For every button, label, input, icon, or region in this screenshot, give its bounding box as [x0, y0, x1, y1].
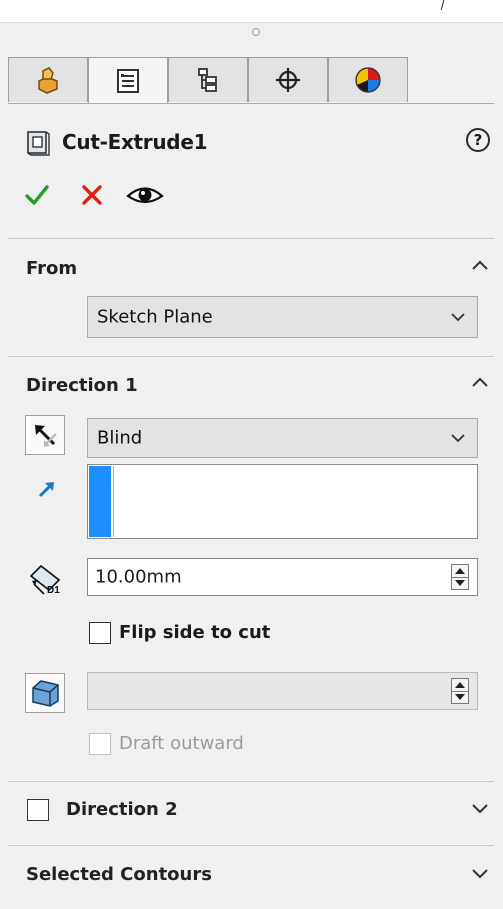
reverse-direction-button[interactable] — [25, 415, 65, 455]
selection-indicator — [89, 466, 111, 537]
selected-contours-section-header[interactable]: Selected Contours — [26, 864, 212, 885]
ok-check-icon[interactable] — [24, 182, 50, 208]
flip-side-checkbox[interactable] — [89, 622, 111, 644]
tab-propertymanager[interactable] — [88, 57, 168, 103]
tab-configurationmanager[interactable] — [168, 57, 248, 102]
cancel-x-icon[interactable] — [79, 182, 105, 208]
depth-dimension-icon: D1 — [29, 564, 60, 596]
end-condition-dropdown[interactable]: Blind — [87, 418, 478, 458]
flip-side-label: Flip side to cut — [119, 622, 271, 643]
spin-up-icon[interactable] — [455, 568, 465, 574]
draft-spinner[interactable] — [451, 678, 469, 704]
divider — [8, 356, 494, 357]
depth-value: 10.00mm — [95, 566, 182, 588]
selection-separator — [113, 466, 114, 537]
help-icon[interactable]: ? — [466, 128, 490, 152]
feature-title: Cut-Extrude1 — [62, 130, 208, 154]
spin-down-icon[interactable] — [455, 580, 465, 586]
panel-grip-handle[interactable] — [252, 28, 260, 36]
preview-eye-icon[interactable] — [126, 182, 164, 208]
from-dropdown[interactable]: Sketch Plane — [87, 296, 478, 338]
draft-outward-label: Draft outward — [119, 733, 244, 754]
chevron-down-icon — [451, 434, 465, 443]
direction2-section-header[interactable]: Direction 2 — [66, 799, 178, 820]
draft-icon — [32, 680, 59, 707]
end-condition-value: Blind — [97, 427, 143, 449]
spin-up-icon[interactable] — [455, 682, 465, 688]
depth-input[interactable]: 10.00mm — [87, 558, 478, 596]
divider — [8, 845, 494, 846]
crosshair-icon — [276, 68, 300, 92]
chevron-down-icon — [451, 313, 465, 322]
direction2-checkbox[interactable] — [27, 799, 49, 821]
divider — [8, 238, 494, 239]
depth-spinner[interactable] — [451, 564, 469, 590]
draft-angle-input[interactable] — [87, 672, 478, 710]
reverse-direction-icon — [35, 425, 57, 447]
chevron-up-icon[interactable] — [471, 376, 489, 388]
divider — [8, 781, 494, 782]
spinner-divider — [452, 691, 468, 692]
configuration-manager-icon — [198, 68, 217, 92]
tab-featuremanager[interactable] — [8, 57, 88, 102]
direction1-section-header[interactable]: Direction 1 — [26, 375, 138, 396]
direction-vector-icon — [38, 482, 54, 498]
from-section-header[interactable]: From — [26, 258, 77, 279]
property-manager-icon — [117, 68, 139, 93]
spin-down-icon[interactable] — [455, 694, 465, 700]
draft-toggle-button[interactable] — [25, 673, 65, 713]
top-edge-mark — [432, 0, 445, 10]
appearance-icon — [355, 67, 381, 93]
draft-outward-checkbox[interactable] — [89, 733, 111, 755]
from-dropdown-value: Sketch Plane — [97, 306, 213, 328]
top-strip — [0, 0, 503, 23]
spinner-divider — [452, 577, 468, 578]
chevron-down-icon[interactable] — [471, 803, 489, 815]
feature-title-row: Cut-Extrude1 ? — [26, 128, 490, 160]
chevron-up-icon[interactable] — [471, 259, 489, 271]
manager-tabs — [8, 57, 494, 104]
cut-extrude-icon — [27, 131, 50, 156]
tab-dimxpertmanager[interactable] — [248, 57, 328, 102]
part-icon — [38, 67, 58, 94]
chevron-down-icon[interactable] — [471, 868, 489, 880]
tab-displaymanager[interactable] — [328, 57, 408, 102]
svg-text:D1: D1 — [47, 585, 60, 596]
direction-selection-box[interactable] — [87, 464, 478, 539]
